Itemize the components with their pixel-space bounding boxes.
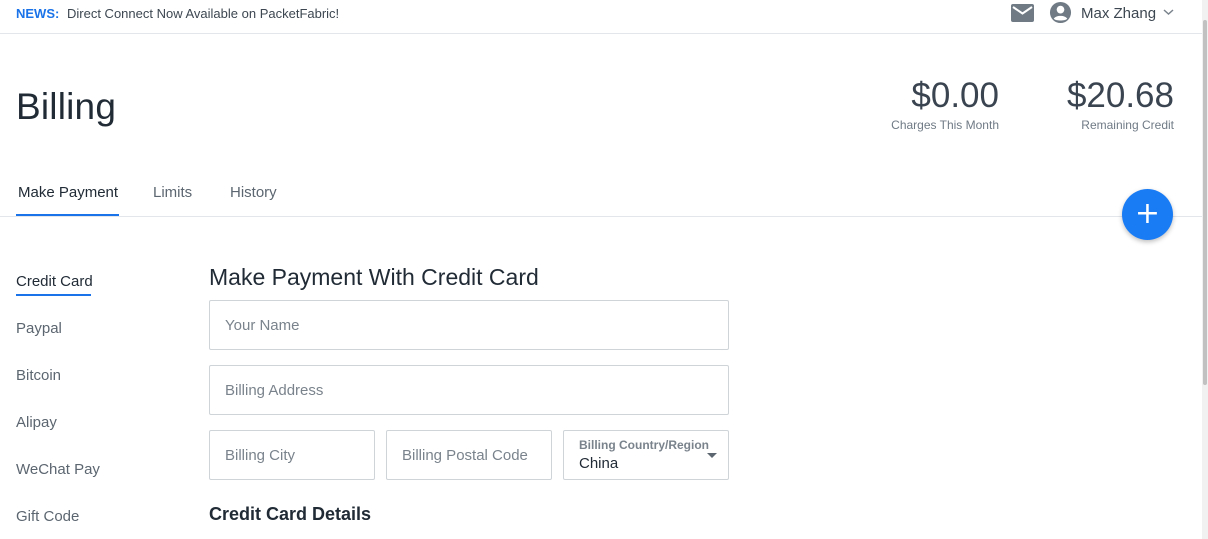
user-name[interactable]: Max Zhang	[1081, 5, 1156, 22]
plus-icon: +	[1134, 196, 1161, 231]
billing-postal-code-field[interactable]	[386, 430, 552, 480]
charges-this-month: $0.00 Charges This Month	[891, 76, 999, 132]
nav-alipay[interactable]: Alipay	[16, 414, 57, 431]
news-link[interactable]: Direct Connect Now Available on PacketFa…	[67, 6, 339, 21]
chevron-down-icon[interactable]	[1163, 8, 1174, 16]
scrollbar-thumb[interactable]	[1203, 20, 1207, 385]
nav-gift-code[interactable]: Gift Code	[16, 508, 79, 525]
mail-icon[interactable]	[1011, 4, 1034, 22]
nav-credit-card[interactable]: Credit Card	[16, 273, 93, 290]
news-bar: NEWS: Direct Connect Now Available on Pa…	[0, 0, 1202, 34]
account-circle-icon[interactable]	[1049, 1, 1072, 24]
charges-amount: $0.00	[911, 76, 999, 115]
billing-country-select[interactable]: Billing Country/Region China	[563, 430, 729, 480]
billing-city-field[interactable]	[209, 430, 375, 480]
name-field[interactable]	[209, 300, 729, 350]
active-tab-indicator	[16, 214, 119, 216]
tab-limits[interactable]: Limits	[153, 184, 192, 201]
country-select-label: Billing Country/Region	[579, 438, 709, 452]
remaining-credit: $20.68 Remaining Credit	[1067, 76, 1174, 132]
credit-card-details-heading: Credit Card Details	[209, 504, 372, 524]
credit-caption: Remaining Credit	[1081, 118, 1174, 132]
tab-make-payment[interactable]: Make Payment	[18, 184, 118, 201]
page-title: Billing	[16, 86, 117, 127]
tab-history[interactable]: History	[230, 184, 277, 201]
nav-wechat-pay[interactable]: WeChat Pay	[16, 461, 100, 478]
billing-address-field[interactable]	[209, 365, 729, 415]
dropdown-caret-icon	[707, 453, 717, 458]
nav-bitcoin[interactable]: Bitcoin	[16, 367, 61, 384]
active-nav-indicator	[16, 294, 91, 296]
add-button[interactable]: +	[1122, 189, 1173, 240]
charges-caption: Charges This Month	[891, 118, 999, 132]
form-title: Make Payment With Credit Card	[209, 264, 539, 290]
billing-tabs: Make Payment Limits History	[0, 180, 1202, 217]
news-tag: NEWS:	[16, 6, 60, 21]
nav-paypal[interactable]: Paypal	[16, 320, 62, 337]
credit-amount: $20.68	[1066, 76, 1174, 115]
country-select-value: China	[579, 455, 619, 472]
